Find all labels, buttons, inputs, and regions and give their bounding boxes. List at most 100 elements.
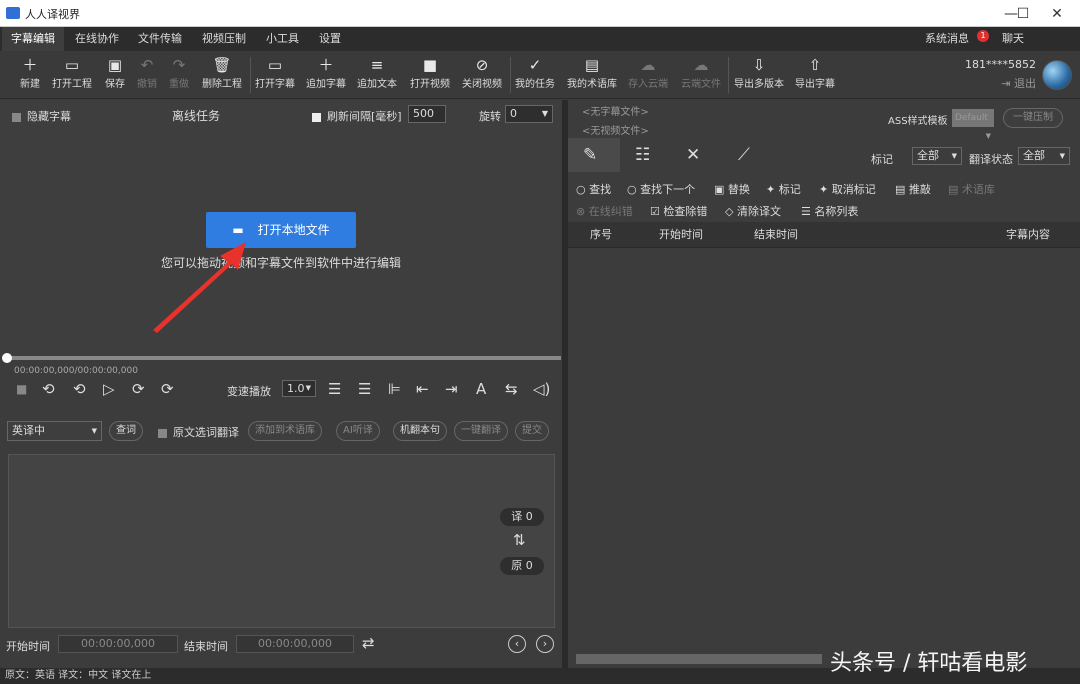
menu-online-collab[interactable]: 在线协作 [66, 27, 128, 51]
column-start-time[interactable]: 开始时间 [659, 222, 703, 248]
layers-icon: ⇩ [752, 56, 766, 74]
name-list-button[interactable]: ☰ 名称列表 [801, 203, 858, 219]
book-icon: ▤ [948, 183, 959, 196]
ai-listen-button[interactable]: AI听译 [336, 421, 380, 441]
subtitle-editor[interactable] [8, 454, 555, 628]
ass-template-select[interactable]: Default ▼ [952, 109, 994, 140]
horizontal-scrollbar[interactable] [576, 654, 822, 664]
hide-subtitle-checkbox[interactable]: 隐藏字幕 [12, 108, 71, 124]
append-text-button[interactable]: ≡ 追加文本 [355, 55, 399, 95]
speed-select[interactable]: 1.0 ▼ [282, 380, 316, 397]
mark-button[interactable]: ✦ 标记 [766, 181, 801, 197]
cloud-files-button[interactable]: ☁ 云端文件 [678, 55, 724, 95]
save-cloud-button[interactable]: ☁ 存入云端 [625, 55, 671, 95]
language-select[interactable]: 英译中 ▼ [7, 421, 102, 441]
export-multi-version-button[interactable]: ⇩ 导出多版本 [731, 55, 787, 95]
volume-icon[interactable]: ◁) [533, 380, 550, 398]
stop-icon[interactable]: ■ [16, 382, 27, 396]
menu-tools[interactable]: 小工具 [257, 27, 308, 51]
one-click-compress-button[interactable]: 一键压制 [1003, 108, 1063, 128]
open-video-button[interactable]: ■ 打开视频 [408, 55, 452, 95]
add-term-button[interactable]: 添加到术语库 [248, 421, 322, 441]
swap-time-icon[interactable]: ⇄ [362, 634, 375, 652]
forward-5s-icon[interactable]: ⟳ [161, 380, 174, 398]
my-tasks-button[interactable]: ✓ 我的任务 [513, 55, 557, 95]
forward-1s-icon[interactable]: ⟳ [132, 380, 145, 398]
prev-icon[interactable]: ‹ [508, 635, 526, 653]
offline-tasks-label[interactable]: 离线任务 [172, 107, 220, 124]
folder-icon: ▬ [232, 223, 244, 237]
menu-bar: 字幕编辑 在线协作 文件传输 视频压制 小工具 设置 系统消息 1 聊天 [0, 27, 1080, 51]
watermark-text: 头条号 / 轩咕看电影 [830, 651, 1028, 676]
chart-line-icon[interactable]: ⟋ [738, 145, 750, 165]
refresh-interval-input[interactable]: 500 [408, 105, 446, 123]
refresh-interval-checkbox[interactable]: 刷新间隔[毫秒] [312, 108, 402, 124]
delete-project-button[interactable]: 🗑 删除工程 [199, 55, 245, 95]
open-subtitle-button[interactable]: ▭ 打开字幕 [253, 55, 297, 95]
column-end-time[interactable]: 结束时间 [754, 222, 798, 248]
clear-translation-button[interactable]: ◇ 清除译文 [725, 203, 781, 219]
machine-translate-button[interactable]: 机翻本句 [393, 421, 447, 441]
end-time-input[interactable]: 00:00:00,000 [236, 635, 354, 653]
menu-file-transfer[interactable]: 文件传输 [129, 27, 191, 51]
search-icon: ○ [576, 183, 586, 196]
seek-handle[interactable] [2, 353, 12, 363]
find-button[interactable]: ○ 查找 [576, 181, 611, 197]
jump-start-icon[interactable]: ⇤ [416, 380, 429, 398]
unmark-button[interactable]: ✦ 取消标记 [819, 181, 876, 197]
logout-link[interactable]: ⇥ 退出 [965, 75, 1036, 91]
app-logo-icon [6, 7, 20, 19]
avatar[interactable] [1042, 60, 1072, 90]
close-video-button[interactable]: ⊘ 关闭视频 [460, 55, 504, 95]
align-left-icon[interactable]: ⊫ [388, 380, 401, 398]
rewind-5s-icon[interactable]: ⟲ [42, 380, 55, 398]
swap-vertical-icon[interactable]: ⇅ [513, 531, 526, 549]
rotate-select[interactable]: 0 ▼ [505, 105, 553, 123]
align-icon[interactable]: ☰ [328, 380, 341, 398]
font-size-icon[interactable]: A [476, 380, 486, 398]
online-check-button[interactable]: ⊗ 在线纠错 [576, 203, 633, 219]
one-click-translate-button[interactable]: 一键翻译 [454, 421, 508, 441]
export-subtitle-button[interactable]: ⇧ 导出字幕 [792, 55, 838, 95]
column-index[interactable]: 序号 [590, 222, 612, 248]
translation-state-select[interactable]: 全部 ▼ [1018, 147, 1070, 165]
menu-video-compress[interactable]: 视频压制 [193, 27, 255, 51]
jump-end-icon[interactable]: ⇥ [445, 380, 458, 398]
menu-subtitle-edit[interactable]: 字幕编辑 [2, 27, 64, 51]
play-icon[interactable]: ▷ [103, 380, 115, 398]
eraser-icon: ◇ [725, 205, 734, 218]
column-content[interactable]: 字幕内容 [1006, 222, 1050, 248]
submit-button[interactable]: 提交 [515, 421, 549, 441]
close-button[interactable]: ✕ [1034, 0, 1080, 27]
termbase-button[interactable]: ▤ 术语库 [948, 181, 995, 197]
redo-button[interactable]: ↷ 重做 [163, 55, 195, 95]
find-next-button[interactable]: ○ 查找下一个 [627, 181, 695, 197]
menu-settings[interactable]: 设置 [310, 27, 350, 51]
append-subtitle-button[interactable]: ＋追加字幕 [304, 55, 348, 95]
check-errors-button[interactable]: ☑ 检查除错 [650, 203, 707, 219]
chat-button[interactable]: 聊天 [993, 27, 1033, 51]
align-center-icon[interactable]: ☰ [358, 380, 371, 398]
window-title: 人人译视界 [25, 8, 80, 21]
my-termbase-button[interactable]: ▤ 我的术语库 [564, 55, 620, 95]
select-translate-checkbox[interactable]: 原文选词翻译 [158, 424, 239, 440]
refine-button[interactable]: ▤ 推敲 [895, 181, 931, 197]
seek-bar[interactable] [6, 356, 561, 360]
cloud-icon: ☁ [640, 56, 656, 74]
drop-hint: 您可以拖动视频和字幕文件到软件中进行编辑 [160, 256, 401, 270]
new-button[interactable]: ＋新建 [14, 55, 46, 95]
next-icon[interactable]: › [536, 635, 554, 653]
open-project-button[interactable]: ▭ 打开工程 [50, 55, 94, 95]
lookup-button[interactable]: 查词 [109, 421, 143, 441]
undo-button[interactable]: ↶ 撤销 [131, 55, 163, 95]
system-messages[interactable]: 系统消息 [916, 27, 978, 51]
list-icon[interactable]: ☷ [635, 145, 650, 165]
replace-button[interactable]: ▣ 替换 [714, 181, 750, 197]
start-time-input[interactable]: 00:00:00,000 [58, 635, 178, 653]
rewind-1s-icon[interactable]: ⟲ [73, 380, 86, 398]
save-button[interactable]: ▣ 保存 [98, 55, 132, 95]
chevron-down-icon: ▼ [985, 132, 991, 140]
mark-filter-select[interactable]: 全部 ▼ [912, 147, 962, 165]
tools-icon[interactable]: ✕ [686, 145, 700, 165]
swap-icon[interactable]: ⇆ [505, 380, 518, 398]
